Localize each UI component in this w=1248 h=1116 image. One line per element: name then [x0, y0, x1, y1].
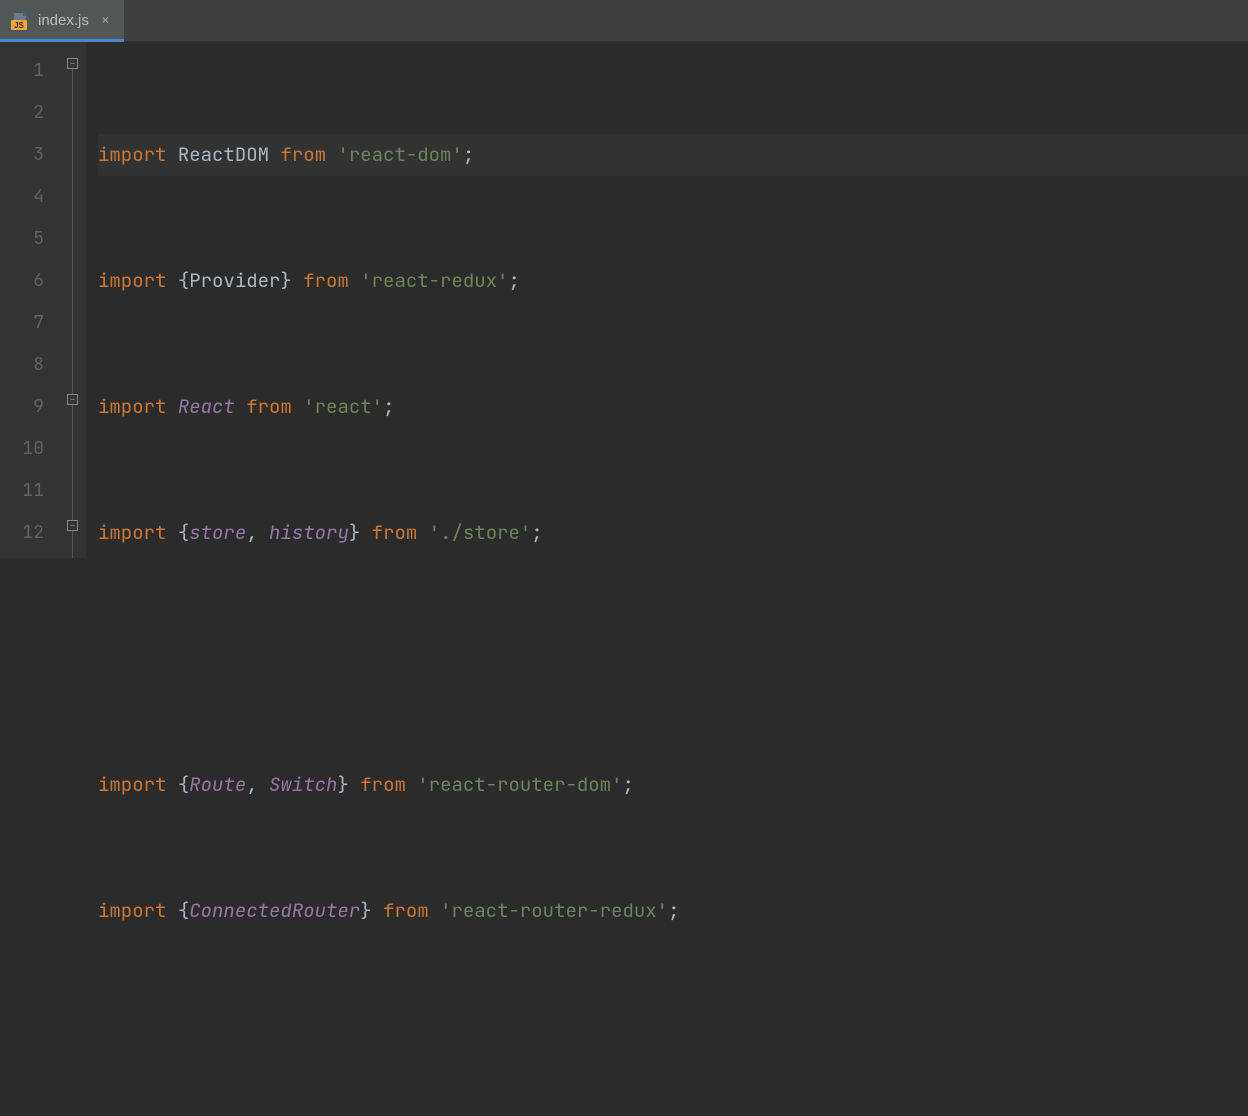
code-area[interactable]: import ReactDOM from 'react-dom'; import… — [86, 42, 1248, 558]
fold-guide-line — [72, 64, 73, 558]
fold-toggle-icon[interactable]: – — [67, 58, 78, 69]
line-number: 6 — [0, 260, 44, 302]
code-line — [98, 1016, 1248, 1058]
line-number: 7 — [0, 302, 44, 344]
js-file-icon: JS — [10, 11, 30, 31]
line-number: 5 — [0, 218, 44, 260]
line-number: 2 — [0, 92, 44, 134]
code-line — [98, 638, 1248, 680]
line-number: 12 — [0, 512, 44, 554]
code-editor[interactable]: 1 2 3 4 5 6 7 8 9 10 11 12 – – – import … — [0, 42, 1248, 558]
code-line: import {store, history} from './store'; — [98, 512, 1248, 554]
fold-gutter: – – – — [64, 42, 86, 558]
code-line: import ReactDOM from 'react-dom'; — [98, 134, 1248, 176]
line-number: 11 — [0, 470, 44, 512]
line-number: 10 — [0, 428, 44, 470]
tab-bar: JS index.js × — [0, 0, 1248, 42]
code-line: import React from 'react'; — [98, 386, 1248, 428]
code-line: import {Route, Switch} from 'react-route… — [98, 764, 1248, 806]
svg-text:JS: JS — [14, 21, 24, 30]
close-icon[interactable]: × — [101, 13, 110, 28]
line-number: 1 — [0, 50, 44, 92]
tab-label: index.js — [38, 12, 89, 29]
code-line: import {ConnectedRouter} from 'react-rou… — [98, 890, 1248, 932]
tab-index-js[interactable]: JS index.js × — [0, 0, 124, 41]
line-number: 9 — [0, 386, 44, 428]
fold-toggle-icon[interactable]: – — [67, 394, 78, 405]
fold-toggle-icon[interactable]: – — [67, 520, 78, 531]
line-number: 3 — [0, 134, 44, 176]
code-line: import {Provider} from 'react-redux'; — [98, 260, 1248, 302]
line-number-gutter: 1 2 3 4 5 6 7 8 9 10 11 12 — [0, 42, 64, 558]
line-number: 4 — [0, 176, 44, 218]
line-number: 8 — [0, 344, 44, 386]
